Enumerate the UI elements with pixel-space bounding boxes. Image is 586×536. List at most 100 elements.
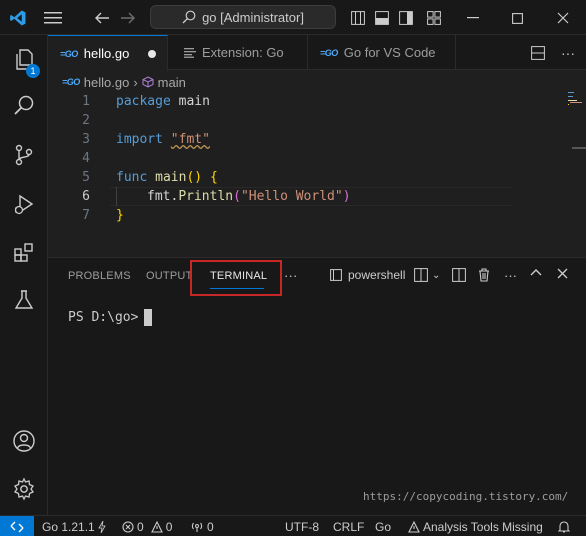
warning-count: 0 bbox=[165, 519, 173, 534]
toggle-secondary-sidebar-icon[interactable] bbox=[396, 8, 416, 28]
problems-item[interactable]: 0 0 bbox=[122, 516, 172, 536]
tab-extension-go[interactable]: Extension: Go bbox=[172, 35, 308, 70]
line-number: 2 bbox=[82, 113, 90, 128]
close-window-icon[interactable] bbox=[552, 8, 574, 28]
chevron-down-icon[interactable]: ⌄ bbox=[432, 270, 440, 281]
status-bar: Go 1.21.1 0 0 0 UTF-8 CRLF Go Analysis T… bbox=[0, 515, 586, 536]
explorer-badge: 1 bbox=[26, 64, 40, 78]
encoding-item[interactable]: UTF-8 bbox=[285, 516, 319, 536]
tab-problems[interactable]: PROBLEMS bbox=[68, 270, 131, 282]
panel-more-icon[interactable]: ··· bbox=[284, 268, 298, 283]
tab-go-for-vscode[interactable]: =GO Go for VS Code bbox=[308, 35, 456, 70]
run-debug-icon[interactable] bbox=[0, 185, 48, 225]
keyword: import bbox=[116, 132, 163, 147]
language-item[interactable]: Go bbox=[375, 516, 391, 536]
code-editor[interactable]: 1 package main 2 3 import "fmt" 4 5 func… bbox=[48, 92, 586, 256]
go-version-item[interactable]: Go 1.21.1 bbox=[42, 516, 106, 536]
split-editor-icon[interactable] bbox=[528, 43, 548, 63]
tab-output[interactable]: OUTPUT bbox=[146, 270, 192, 282]
paren: ( bbox=[233, 189, 241, 204]
shell-name: powershell bbox=[348, 268, 406, 282]
more-actions-icon[interactable]: ··· bbox=[558, 43, 578, 63]
analysis-tools-item[interactable]: Analysis Tools Missing bbox=[408, 516, 543, 536]
go-icon: =GO bbox=[62, 77, 80, 87]
active-tab-underline bbox=[210, 288, 264, 289]
breadcrumb-symbol[interactable]: main bbox=[158, 75, 186, 90]
explorer-icon[interactable]: 1 bbox=[0, 40, 48, 80]
split-panel-icon[interactable] bbox=[452, 268, 466, 282]
ports-item[interactable]: 0 bbox=[190, 516, 214, 536]
terminal-shell-selector[interactable]: powershell bbox=[330, 268, 405, 282]
notifications-bell-icon[interactable] bbox=[558, 516, 570, 536]
accounts-icon[interactable] bbox=[0, 421, 48, 461]
go-icon: =GO bbox=[320, 47, 338, 58]
maximize-icon[interactable] bbox=[506, 8, 528, 28]
search-view-icon[interactable] bbox=[0, 85, 48, 125]
terminal-prompt: PS D:\go> bbox=[68, 310, 139, 325]
brace: { bbox=[209, 170, 218, 185]
forward-arrow-icon[interactable] bbox=[118, 8, 138, 28]
source-control-icon[interactable] bbox=[0, 135, 48, 175]
panel-actions-more-icon[interactable]: ··· bbox=[504, 268, 517, 283]
terminal-icon bbox=[330, 269, 342, 281]
eol-item[interactable]: CRLF bbox=[333, 516, 364, 536]
line-number: 4 bbox=[82, 151, 90, 166]
line-number: 7 bbox=[82, 208, 90, 223]
extensions-icon[interactable] bbox=[0, 233, 48, 273]
function-name: Println bbox=[178, 189, 234, 204]
remote-indicator-icon[interactable] bbox=[0, 516, 34, 536]
minimize-icon[interactable] bbox=[462, 8, 484, 28]
command-center-search[interactable]: go [Administrator] bbox=[150, 5, 336, 29]
trash-icon[interactable] bbox=[478, 268, 490, 282]
chevron-right-icon: › bbox=[133, 74, 138, 90]
close-panel-icon[interactable] bbox=[557, 268, 568, 279]
scrollbar[interactable] bbox=[572, 147, 586, 149]
maximize-panel-icon[interactable] bbox=[530, 268, 542, 276]
tab-label: Go for VS Code bbox=[343, 45, 436, 60]
toggle-panel-icon[interactable] bbox=[372, 8, 392, 28]
minimap[interactable] bbox=[568, 92, 582, 112]
brace: } bbox=[116, 208, 124, 223]
editor-tabs: =GO hello.go Extension: Go =GO Go for VS… bbox=[48, 35, 586, 71]
split-terminal-icon[interactable]: ⌄ bbox=[414, 268, 440, 282]
line-number: 5 bbox=[82, 170, 90, 185]
tab-label: Extension: Go bbox=[202, 45, 284, 60]
tab-label: hello.go bbox=[83, 46, 130, 61]
testing-flask-icon[interactable] bbox=[0, 280, 48, 320]
customize-layout-icon[interactable] bbox=[424, 8, 444, 28]
code-line: 5 func main() { bbox=[48, 168, 518, 187]
code-line: 6 fmt.Println("Hello World") bbox=[48, 187, 518, 206]
ports-count: 0 bbox=[207, 519, 214, 534]
identifier: fmt. bbox=[147, 189, 179, 204]
keyword: func bbox=[116, 170, 148, 185]
breadcrumb: =GO hello.go › main bbox=[62, 72, 186, 92]
watermark: https://copycoding.tistory.com/ bbox=[363, 490, 569, 503]
warning-icon bbox=[150, 520, 163, 533]
line-number: 3 bbox=[82, 132, 90, 147]
lightning-icon bbox=[98, 520, 106, 533]
keyword: package bbox=[116, 94, 171, 109]
tab-hello-go[interactable]: =GO hello.go bbox=[48, 35, 168, 71]
error-count: 0 bbox=[137, 519, 144, 534]
toggle-primary-sidebar-icon[interactable] bbox=[348, 8, 368, 28]
code-line: 2 bbox=[48, 111, 518, 130]
error-icon bbox=[122, 520, 134, 533]
broadcast-icon bbox=[191, 522, 203, 532]
extension-doc-icon bbox=[184, 47, 196, 58]
manage-gear-icon[interactable] bbox=[0, 469, 48, 509]
line-number: 1 bbox=[82, 94, 90, 109]
go-version: Go 1.21.1 bbox=[42, 519, 95, 534]
menu-icon[interactable] bbox=[42, 8, 64, 28]
terminal-prompt-line[interactable]: PS D:\go> bbox=[68, 309, 153, 326]
analysis-tools-label: Analysis Tools Missing bbox=[423, 519, 543, 534]
unsaved-dot-icon[interactable] bbox=[148, 50, 156, 58]
terminal-cursor bbox=[144, 309, 153, 326]
breadcrumb-file[interactable]: hello.go bbox=[84, 75, 130, 90]
paren: () bbox=[186, 170, 203, 185]
back-arrow-icon[interactable] bbox=[92, 8, 112, 28]
code-line: 1 package main bbox=[48, 92, 518, 111]
line-number: 6 bbox=[82, 189, 90, 204]
string-literal: "Hello World" bbox=[240, 189, 343, 204]
code-line: 4 bbox=[48, 149, 518, 168]
function-name: main bbox=[155, 170, 187, 185]
